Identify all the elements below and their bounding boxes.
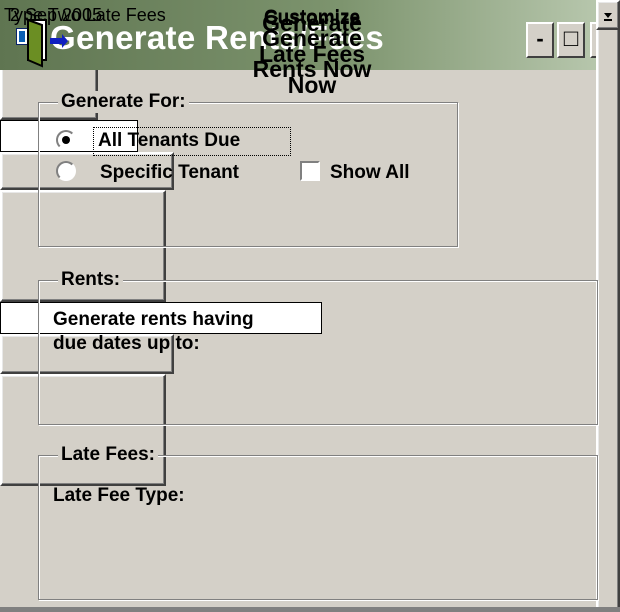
- late-fees-label: Late Fees:: [58, 444, 158, 466]
- option-all-tenants-label[interactable]: All Tenants Due: [98, 130, 240, 152]
- late-fees-group: [38, 455, 598, 600]
- show-all-label[interactable]: Show All: [330, 162, 410, 184]
- window-bottom-edge: [0, 607, 620, 612]
- rents-description-line2: due dates up to:: [53, 333, 200, 354]
- late-fee-type-label: Late Fee Type:: [53, 485, 185, 506]
- option-specific-tenant-label[interactable]: Specific Tenant: [100, 162, 239, 184]
- radio-selected-dot: [62, 136, 70, 144]
- show-all-checkbox[interactable]: [300, 161, 320, 181]
- generate-late-fees-line3: Now: [287, 72, 337, 98]
- rents-description-line1: Generate rents having: [53, 309, 254, 330]
- generate-rents-fees-window: Generate Rents/Fees - □ × Generate For: …: [0, 0, 620, 612]
- rents-label: Rents:: [58, 269, 124, 291]
- generate-late-fees-line2: Late Fees: [258, 41, 366, 67]
- radio-all-tenants[interactable]: [56, 130, 76, 150]
- generate-late-fees-line1: Generate: [262, 10, 362, 36]
- radio-specific-tenant[interactable]: [56, 161, 76, 181]
